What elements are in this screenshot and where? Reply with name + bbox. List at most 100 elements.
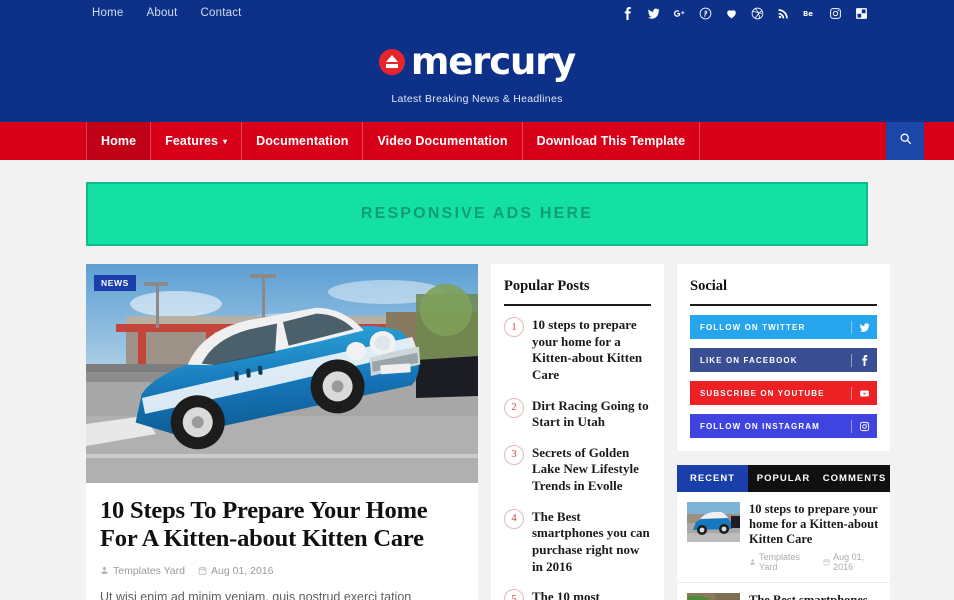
featured-post-card: NEWS 10 Steps To Prepare Your Home For A… <box>86 264 478 600</box>
social-button-label: LIKE ON FACEBOOK <box>700 355 798 365</box>
main-navigation: Home Features ▾ Documentation Video Docum… <box>0 122 954 160</box>
popular-posts-widget: Popular Posts 1 10 steps to prepare your… <box>491 264 664 600</box>
instagram-icon[interactable] <box>829 7 842 20</box>
chevron-down-icon: ▾ <box>223 136 228 146</box>
post-author: Templates Yard <box>749 552 813 572</box>
list-item[interactable]: 10 steps to prepare your home for a Kitt… <box>677 492 890 583</box>
topnav-item-about[interactable]: About <box>146 7 177 19</box>
popular-posts-list: 1 10 steps to prepare your home for a Ki… <box>504 306 651 600</box>
content-wrapper: NEWS 10 Steps To Prepare Your Home For A… <box>0 246 954 600</box>
list-item[interactable]: 4 The Best smartphones you can purchase … <box>504 502 651 583</box>
list-item[interactable]: 5 The 10 most beautiful cars you could b… <box>504 582 651 600</box>
user-icon <box>101 567 108 575</box>
like-on-facebook-button[interactable]: LIKE ON FACEBOOK <box>690 348 877 372</box>
top-social-icons: Be <box>621 6 868 20</box>
featured-image-artwork <box>86 264 478 483</box>
nav-label: Features <box>165 134 219 148</box>
recent-post-content: 10 steps to prepare your home for a Kitt… <box>749 502 880 572</box>
post-date: Aug 01, 2016 <box>823 552 880 572</box>
facebook-icon[interactable] <box>621 6 634 20</box>
nav-label: Download This Template <box>536 134 686 148</box>
search-button[interactable] <box>886 122 924 160</box>
rank-badge: 3 <box>504 444 524 465</box>
subscribe-on-youtube-button[interactable]: SUBSCRIBE ON YOUTUBE <box>690 381 877 405</box>
site-logo[interactable]: mercury <box>378 40 576 83</box>
recent-post-content: The Best smartphones you can purchase ri… <box>749 593 880 600</box>
recent-post-title[interactable]: 10 steps to prepare your home for a Kitt… <box>749 502 880 547</box>
tab-popular[interactable]: POPULAR <box>748 465 819 492</box>
post-thumbnail <box>687 502 740 542</box>
popular-post-title[interactable]: The Best smartphones you can purchase ri… <box>532 509 651 576</box>
recent-post-title[interactable]: The Best smartphones you can purchase ri… <box>749 593 880 600</box>
follow-on-instagram-button[interactable]: FOLLOW ON INSTAGRAM <box>690 414 877 438</box>
facebook-icon <box>851 353 877 367</box>
post-author-name: Templates Yard <box>759 552 801 572</box>
nav-label: Video Documentation <box>377 134 508 148</box>
post-tabs: RECENT POPULAR COMMENTS <box>677 465 890 492</box>
thumbnail-blue-car <box>687 502 740 542</box>
category-badge-news[interactable]: NEWS <box>94 275 136 291</box>
sidebar-right: Social FOLLOW ON TWITTER LIKE ON FACEBOO… <box>677 264 890 600</box>
post-author-name: Templates Yard <box>113 564 185 577</box>
search-icon <box>899 132 912 150</box>
popular-post-title[interactable]: The 10 most beautiful cars you could buy… <box>532 589 651 600</box>
nav-item-home[interactable]: Home <box>86 122 152 160</box>
featured-post-title[interactable]: 10 Steps To Prepare Your Home For A Kitt… <box>100 497 464 554</box>
nav-item-download-this-template[interactable]: Download This Template <box>523 122 701 160</box>
instagram-icon <box>851 419 877 433</box>
social-button-label: FOLLOW ON TWITTER <box>700 322 806 332</box>
social-widget-title: Social <box>690 278 877 306</box>
popular-post-title[interactable]: 10 steps to prepare your home for a Kitt… <box>532 317 651 384</box>
top-navigation: Home About Contact <box>92 7 242 19</box>
bloglovin-heart-icon[interactable] <box>725 7 738 20</box>
follow-on-twitter-button[interactable]: FOLLOW ON TWITTER <box>690 315 877 339</box>
responsive-ads-banner[interactable]: RESPONSIVE ADS HERE <box>86 182 868 246</box>
featured-post-excerpt: Ut wisi enim ad minim veniam, quis nostr… <box>100 589 412 600</box>
behance-icon: Be <box>803 7 816 20</box>
topnav-item-contact[interactable]: Contact <box>201 7 242 19</box>
rank-badge: 1 <box>504 317 524 337</box>
ads-section: RESPONSIVE ADS HERE <box>0 160 954 246</box>
post-author: Templates Yard <box>100 565 185 577</box>
featured-post-image[interactable]: NEWS <box>86 264 478 483</box>
list-item[interactable]: 3 Secrets of Golden Lake New Lifestyle T… <box>504 438 651 502</box>
nav-item-features[interactable]: Features ▾ <box>151 122 243 160</box>
rank-badge: 2 <box>504 397 524 418</box>
post-tabs-widget: RECENT POPULAR COMMENTS 10 steps to prep… <box>677 465 890 600</box>
rss-icon[interactable] <box>777 7 790 20</box>
post-thumbnail <box>687 593 740 600</box>
apps-grid-icon[interactable] <box>855 7 868 20</box>
post-date: Aug 01, 2016 <box>198 565 273 577</box>
site-tagline: Latest Breaking News & Headlines <box>391 93 563 105</box>
nav-item-video-documentation[interactable]: Video Documentation <box>363 122 523 160</box>
twitter-icon[interactable] <box>647 7 660 20</box>
social-widget: Social FOLLOW ON TWITTER LIKE ON FACEBOO… <box>677 264 890 451</box>
topnav-item-home[interactable]: Home <box>92 7 123 19</box>
list-item[interactable]: 2 Dirt Racing Going to Start in Utah <box>504 391 651 438</box>
list-item[interactable]: The Best smartphones you can purchase ri… <box>677 583 890 600</box>
svg-text:Be: Be <box>803 9 813 17</box>
tab-recent[interactable]: RECENT <box>677 465 748 492</box>
site-header: mercury Latest Breaking News & Headlines <box>0 26 954 122</box>
post-date-value: Aug 01, 2016 <box>833 552 865 572</box>
post-date-value: Aug 01, 2016 <box>210 564 274 577</box>
social-button-label: SUBSCRIBE ON YOUTUBE <box>700 388 825 398</box>
logo-text: mercury <box>410 40 576 83</box>
main-column: NEWS 10 Steps To Prepare Your Home For A… <box>86 264 478 600</box>
dribbble-icon[interactable] <box>751 7 764 20</box>
popular-post-title[interactable]: Dirt Racing Going to Start in Utah <box>532 398 651 431</box>
popular-post-title[interactable]: Secrets of Golden Lake New Lifestyle Tre… <box>532 445 651 495</box>
tab-comments[interactable]: COMMENTS <box>819 465 890 492</box>
featured-post-body: 10 Steps To Prepare Your Home For A Kitt… <box>86 483 478 600</box>
recent-post-meta: Templates Yard Aug 01, 2016 <box>749 552 880 572</box>
pinterest-icon[interactable] <box>699 7 712 20</box>
nav-item-documentation[interactable]: Documentation <box>242 122 364 160</box>
rank-badge: 5 <box>504 589 524 600</box>
list-item[interactable]: 1 10 steps to prepare your home for a Ki… <box>504 310 651 391</box>
youtube-icon <box>851 386 877 400</box>
top-bar: Home About Contact Be <box>0 0 954 26</box>
popular-posts-title: Popular Posts <box>504 278 651 306</box>
google-plus-icon[interactable] <box>673 7 686 20</box>
rank-badge: 4 <box>504 508 524 529</box>
nav-label: Documentation <box>256 134 349 148</box>
